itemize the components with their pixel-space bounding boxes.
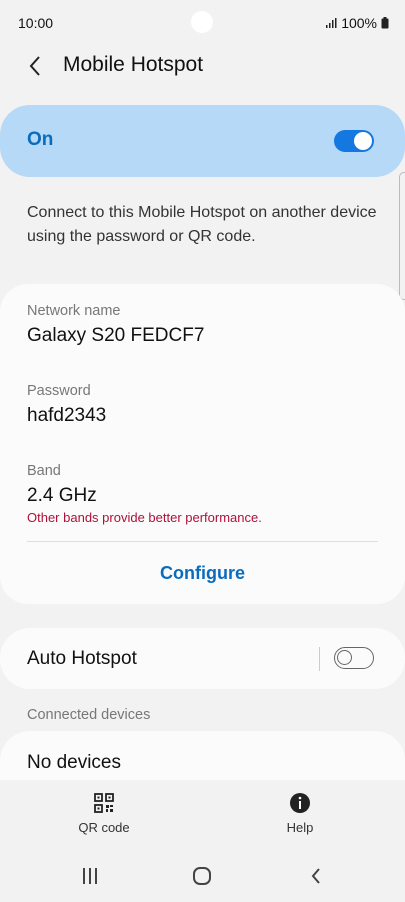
vertical-divider (319, 647, 320, 671)
toggle-knob (354, 132, 372, 150)
band-label: Band (27, 463, 61, 479)
hotspot-description: Connect to this Mobile Hotspot on anothe… (27, 204, 377, 245)
status-bar: 10:00 100% (0, 0, 405, 44)
network-name-value: Galaxy S20 FEDCF7 (27, 325, 205, 346)
band-value: 2.4 GHz (27, 485, 97, 506)
help-button[interactable]: Help (260, 792, 340, 835)
auto-hotspot-toggle[interactable] (334, 647, 374, 669)
system-navigation-bar (0, 850, 405, 902)
back-button[interactable] (22, 52, 48, 80)
battery-icon (381, 17, 389, 29)
signal-icon (326, 18, 337, 28)
nav-back-icon (311, 868, 320, 884)
hotspot-info-card: Network name Galaxy S20 FEDCF7 Password … (0, 284, 405, 604)
master-switch-label: On (27, 129, 54, 150)
help-icon (290, 793, 310, 813)
divider (27, 541, 378, 542)
back-icon (29, 56, 40, 76)
password-label: Password (27, 383, 91, 399)
configure-button[interactable]: Configure (0, 563, 405, 584)
app-bar: Mobile Hotspot (0, 44, 405, 88)
master-switch-row[interactable]: On (0, 105, 405, 177)
help-label: Help (286, 820, 314, 835)
home-icon (193, 867, 211, 885)
bottom-action-bar: QR code Help (0, 780, 405, 840)
nav-back-button[interactable] (296, 864, 336, 888)
battery-percent: 100% (341, 15, 377, 31)
page-title: Mobile Hotspot (63, 53, 204, 76)
home-button[interactable] (182, 864, 222, 888)
recents-button[interactable] (70, 864, 110, 888)
qr-code-button[interactable]: QR code (64, 792, 144, 835)
recents-icon (83, 868, 97, 884)
band-warning: Other bands provide better performance. (27, 510, 262, 525)
no-devices-label: No devices (27, 752, 121, 773)
status-time: 10:00 (18, 15, 54, 31)
auto-hotspot-label: Auto Hotspot (27, 648, 137, 669)
network-name-label: Network name (27, 303, 121, 319)
status-indicators: 100% (325, 15, 389, 31)
connected-devices-header: Connected devices (27, 707, 151, 723)
auto-hotspot-row[interactable]: Auto Hotspot (0, 628, 405, 689)
qr-code-icon (94, 793, 114, 813)
scroll-indicator (399, 172, 405, 300)
password-value: hafd2343 (27, 405, 107, 426)
toggle-knob (337, 650, 352, 665)
master-toggle-switch[interactable] (334, 130, 374, 152)
qr-code-label: QR code (78, 820, 130, 835)
camera-cutout (191, 11, 213, 33)
